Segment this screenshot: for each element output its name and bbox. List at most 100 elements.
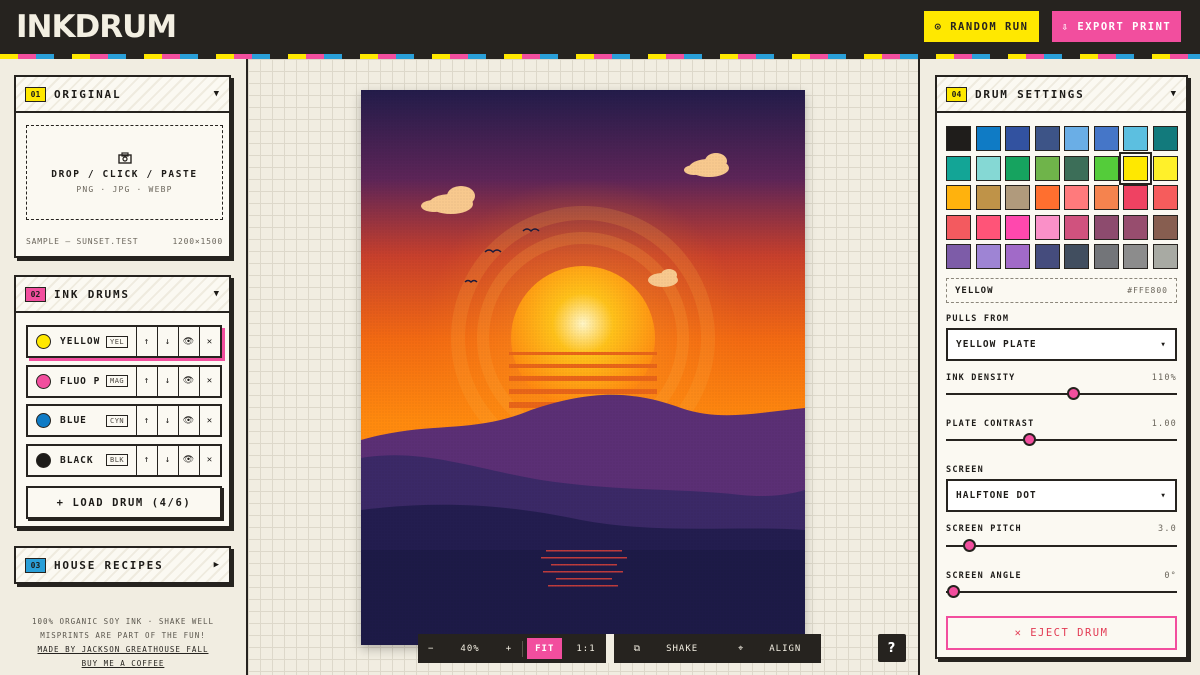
- close-icon[interactable]: ✕: [199, 327, 220, 356]
- palette-swatch[interactable]: [1123, 155, 1148, 181]
- palette-swatch[interactable]: [1005, 126, 1030, 151]
- palette-swatch[interactable]: [1064, 155, 1089, 181]
- eye-icon[interactable]: 👁: [178, 406, 199, 435]
- palette-swatch[interactable]: [975, 185, 1001, 210]
- slider-handle[interactable]: [1067, 387, 1081, 400]
- eject-drum-button[interactable]: ✕ EJECT DRUM: [946, 616, 1177, 650]
- palette-swatch[interactable]: [946, 214, 971, 240]
- palette-swatch[interactable]: [946, 185, 971, 210]
- palette-swatch[interactable]: [1093, 214, 1119, 240]
- load-drum-button[interactable]: + LOAD DRUM (4/6): [26, 486, 222, 519]
- ink-drums-header[interactable]: 02 INK DRUMS ▼: [16, 277, 229, 313]
- palette-swatch[interactable]: [1123, 214, 1148, 240]
- move-down-icon[interactable]: ↓: [157, 406, 178, 435]
- palette-swatch[interactable]: [1093, 244, 1119, 269]
- ink-drum-row[interactable]: BLACK BLK ↑ ↓ 👁 ✕: [26, 443, 222, 477]
- palette-swatch[interactable]: [946, 155, 971, 181]
- align-button[interactable]: ⌖ ALIGN: [718, 634, 821, 663]
- screen-angle-slider[interactable]: [946, 585, 1177, 598]
- palette-swatch[interactable]: [1005, 155, 1030, 181]
- ink-density-slider[interactable]: [946, 387, 1177, 400]
- palette-swatch[interactable]: [1093, 126, 1119, 151]
- move-up-icon[interactable]: ↑: [136, 406, 157, 435]
- chevron-right-icon[interactable]: ▶: [214, 560, 220, 570]
- ink-drum-row[interactable]: YELLOW YEL ↑ ↓ 👁 ✕: [26, 325, 222, 358]
- palette-swatch[interactable]: [946, 244, 971, 269]
- eye-icon[interactable]: 👁: [178, 327, 199, 356]
- palette-swatch[interactable]: [1034, 126, 1060, 151]
- screen-select[interactable]: HALFTONE DOT ▾: [946, 479, 1177, 512]
- palette-swatch[interactable]: [975, 155, 1001, 181]
- palette-swatch[interactable]: [1123, 244, 1148, 269]
- palette-swatch[interactable]: [1123, 126, 1148, 151]
- chevron-down-icon[interactable]: ▼: [214, 289, 220, 299]
- original-header[interactable]: 01 ORIGINAL ▼: [16, 77, 229, 113]
- palette-swatch[interactable]: [1005, 185, 1030, 210]
- plate-contrast-slider[interactable]: [946, 433, 1177, 446]
- palette-swatch[interactable]: [1034, 214, 1060, 240]
- house-recipes-card[interactable]: 03 HOUSE RECIPES ▶: [14, 546, 231, 584]
- palette-swatch[interactable]: [1152, 185, 1178, 210]
- move-up-icon[interactable]: ↑: [136, 366, 157, 396]
- drum-code: MAG: [106, 375, 129, 387]
- palette-swatch[interactable]: [1064, 214, 1089, 240]
- move-down-icon[interactable]: ↓: [157, 366, 178, 396]
- move-down-icon[interactable]: ↓: [157, 327, 178, 356]
- drop-formats: PNG · JPG · WEBP: [76, 184, 173, 194]
- chevron-down-icon[interactable]: ▼: [214, 89, 220, 99]
- palette-swatch[interactable]: [1034, 185, 1060, 210]
- palette-swatch[interactable]: [975, 244, 1001, 269]
- move-down-icon[interactable]: ↓: [157, 445, 178, 475]
- palette-swatch[interactable]: [1152, 155, 1178, 181]
- drum-settings-header[interactable]: 04 DRUM SETTINGS ▼: [937, 77, 1186, 113]
- drum-color-swatch[interactable]: [36, 373, 51, 389]
- slider-handle[interactable]: [1023, 433, 1037, 446]
- close-icon[interactable]: ✕: [199, 406, 220, 435]
- drum-color-swatch[interactable]: [36, 413, 51, 428]
- chevron-down-icon[interactable]: ▼: [1171, 89, 1177, 99]
- palette-swatch[interactable]: [946, 126, 971, 151]
- ink-drum-row[interactable]: FLUO P MAG ↑ ↓ 👁 ✕: [26, 364, 222, 398]
- palette-swatch[interactable]: [1152, 244, 1178, 269]
- slider-handle[interactable]: [946, 585, 960, 598]
- author-link[interactable]: MADE BY JACKSON GREATHOUSE FALL: [38, 645, 209, 654]
- palette-swatch[interactable]: [1064, 126, 1089, 151]
- drum-color-swatch[interactable]: [36, 334, 51, 349]
- coffee-link[interactable]: BUY ME A COFFEE: [82, 659, 165, 668]
- print-preview[interactable]: [361, 90, 805, 645]
- close-icon[interactable]: ✕: [199, 445, 220, 475]
- palette-swatch[interactable]: [975, 126, 1001, 151]
- slider-handle[interactable]: [963, 539, 977, 552]
- palette-swatch[interactable]: [1152, 126, 1178, 151]
- drum-color-swatch[interactable]: [36, 452, 51, 468]
- random-run-button[interactable]: ⊙ RANDOM RUN: [924, 11, 1039, 42]
- palette-swatch[interactable]: [1093, 155, 1119, 181]
- palette-swatch[interactable]: [1064, 185, 1089, 210]
- pulls-from-select[interactable]: YELLOW PLATE ▾: [946, 328, 1177, 361]
- palette-swatch[interactable]: [1152, 214, 1178, 240]
- close-icon[interactable]: ✕: [199, 366, 220, 396]
- palette-swatch[interactable]: [1093, 185, 1119, 210]
- screen-pitch-slider[interactable]: [946, 539, 1177, 552]
- house-recipes-header[interactable]: 03 HOUSE RECIPES ▶: [16, 548, 229, 582]
- palette-swatch[interactable]: [1005, 244, 1030, 269]
- move-up-icon[interactable]: ↑: [136, 327, 157, 356]
- palette-swatch[interactable]: [1034, 244, 1060, 269]
- eye-icon[interactable]: 👁: [178, 445, 199, 475]
- shake-button[interactable]: ⧉ SHAKE: [614, 634, 719, 663]
- export-print-button[interactable]: ⇩ EXPORT PRINT: [1052, 11, 1181, 42]
- help-button[interactable]: ?: [878, 634, 906, 662]
- actual-size-button[interactable]: 1:1: [566, 634, 605, 663]
- move-up-icon[interactable]: ↑: [136, 445, 157, 475]
- fit-button[interactable]: FIT: [527, 638, 563, 659]
- zoom-out-button[interactable]: −: [418, 634, 444, 663]
- palette-swatch[interactable]: [1064, 244, 1089, 269]
- image-drop-zone[interactable]: DROP / CLICK / PASTE PNG · JPG · WEBP: [26, 125, 223, 220]
- palette-swatch[interactable]: [1123, 185, 1148, 210]
- palette-swatch[interactable]: [1034, 155, 1060, 181]
- ink-drum-row[interactable]: BLUE CYN ↑ ↓ 👁 ✕: [26, 404, 222, 437]
- palette-swatch[interactable]: [975, 214, 1001, 240]
- palette-swatch[interactable]: [1005, 214, 1030, 240]
- zoom-in-button[interactable]: +: [496, 634, 522, 663]
- eye-icon[interactable]: 👁: [178, 366, 199, 396]
